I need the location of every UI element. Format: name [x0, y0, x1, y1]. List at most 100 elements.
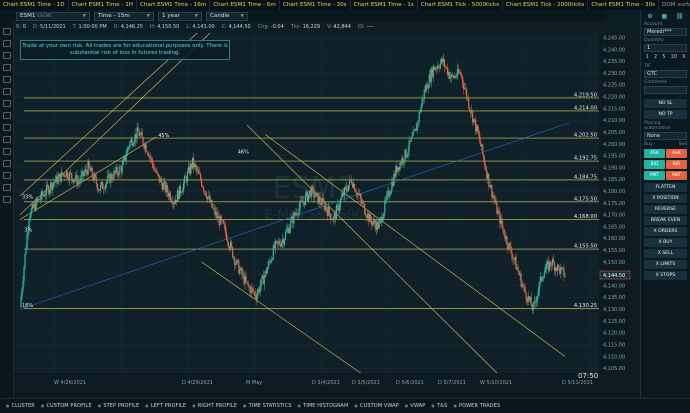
indicator-vwap[interactable]: VWAP [405, 403, 426, 409]
quick-qty-X[interactable]: X [682, 55, 685, 60]
settings-icon[interactable]: ⚙ [647, 13, 652, 20]
candle-body [101, 181, 104, 189]
chart-tab[interactable]: Chart ESM1 Time - 30s [280, 0, 351, 10]
chart-tab[interactable]: Chart ESM1 Time - 30s [588, 0, 660, 10]
chart-tab[interactable]: DOM surface ESM1 [659, 0, 690, 10]
account-selector[interactable]: Meredi*** [644, 28, 687, 36]
indicator-t-s[interactable]: T&S [431, 403, 447, 409]
no-sl-button[interactable]: NO SL [644, 99, 687, 108]
indicator-custom-profile[interactable]: CUSTOM PROFILE [41, 403, 92, 409]
chart-tab[interactable]: Chart ESM1 Time - 1D [0, 0, 69, 10]
candle-body [93, 174, 95, 181]
sell-bid-button[interactable]: BID [666, 160, 687, 169]
eye-icon[interactable] [3, 172, 11, 179]
buy-label: Buy [644, 142, 653, 147]
candle-body [232, 246, 234, 258]
crosshair-icon[interactable] [3, 40, 11, 47]
sell-market-button[interactable]: MKT [666, 171, 687, 180]
chart-style-selector[interactable]: Candle ▼ [206, 11, 248, 21]
indicator-step-profile[interactable]: STEP PROFILE [98, 403, 140, 409]
candle-body [63, 174, 65, 177]
buy-market-button[interactable]: MKT [644, 171, 665, 180]
line-tool-icon[interactable] [3, 52, 11, 59]
indicator-right-profile[interactable]: RIGHT PROFILE [192, 403, 237, 409]
cursor-icon[interactable] [3, 28, 11, 35]
x-position-button[interactable]: X POSITION [644, 194, 687, 203]
fib-tool-icon[interactable] [3, 88, 11, 95]
horizontal-line-icon[interactable] [3, 76, 11, 83]
reverse-button[interactable]: REVERSE [644, 205, 687, 214]
measure-icon[interactable] [3, 124, 11, 131]
price-chart[interactable]: ESM1E-Mini S&P 5004,219.504,214.004,202.… [14, 33, 640, 398]
no-tp-button[interactable]: NO TP [644, 110, 687, 119]
candle-body [283, 239, 286, 245]
candle-body [248, 285, 250, 287]
break-even-button[interactable]: BREAK EVEN [644, 216, 687, 225]
camera-icon[interactable] [3, 196, 11, 203]
candle-body [379, 219, 381, 224]
quick-qty-1[interactable]: 1 [646, 55, 649, 60]
candle-body [460, 73, 463, 77]
candle-body [52, 183, 54, 190]
watermark-name: E-Mini S&P 500 [265, 208, 364, 223]
x-limits-button[interactable]: X LIMITS [644, 260, 687, 269]
candle-body [122, 159, 124, 165]
buy-bid-button[interactable]: BID [644, 160, 665, 169]
chart-tab[interactable]: Chart ESM1 Time - 1H [69, 0, 137, 10]
lock-icon[interactable] [3, 160, 11, 167]
eraser-icon[interactable] [3, 148, 11, 155]
x-stops-button[interactable]: X STOPS [644, 271, 687, 280]
account-label: Account [644, 22, 663, 27]
flatten-button[interactable]: FLATTEN [644, 183, 687, 192]
candle-body [205, 191, 207, 196]
candle-body [254, 292, 256, 297]
indicator-bar: CLUSTER CUSTOM PROFILE STEP PROFILE LEFT PR… [0, 398, 690, 413]
chart-tab[interactable]: Chart ESM1 Time - 6m [210, 0, 280, 10]
chart-tab[interactable]: Chart ESM1 Tick - 2000ticks [503, 0, 589, 10]
quick-qty-2[interactable]: 2 [654, 55, 657, 60]
comment-input[interactable] [644, 86, 687, 94]
x-orders-button[interactable]: X ORDERS [644, 227, 687, 236]
candle-body [128, 146, 130, 148]
indicator-power-trades[interactable]: POWER TRADES [453, 403, 500, 409]
grid-icon[interactable]: ▦ [662, 13, 668, 20]
quantity-input[interactable]: 1 [644, 44, 687, 52]
placing-automation-selector[interactable]: None [644, 132, 687, 140]
timeframe-selector[interactable]: Time - 15m ▼ [94, 11, 154, 21]
link-icon[interactable]: ⛓ [676, 13, 684, 20]
candle-body [307, 193, 310, 201]
chart-tab[interactable]: Chart ESM1 Time - 16m [137, 0, 211, 10]
quick-qty-10[interactable]: 10 [671, 55, 677, 60]
candle-body [109, 173, 111, 183]
ray-tool-icon[interactable] [3, 64, 11, 71]
symbol-selector[interactable]: ESM1 ESEMC ▼ [16, 11, 90, 21]
indicator-custom-vwap[interactable]: CUSTOM VWAP [354, 403, 399, 409]
chart-tab[interactable]: Chart ESM1 Tick - 5000ticks [418, 0, 504, 10]
trash-icon[interactable] [3, 184, 11, 191]
tif-selector[interactable]: GTC [644, 70, 687, 78]
candle-body [544, 269, 546, 273]
rectangle-tool-icon[interactable] [3, 100, 11, 107]
magnet-icon[interactable] [3, 136, 11, 143]
sell-ask-button[interactable]: ASK [666, 149, 687, 158]
candle-body [72, 178, 74, 183]
range-selector[interactable]: 1 year ▼ [158, 11, 202, 21]
candle-body [61, 172, 63, 176]
candle-body [70, 172, 72, 174]
indicator-time-statistics[interactable]: TIME STATISTICS [243, 403, 292, 409]
text-tool-icon[interactable] [3, 112, 11, 119]
indicator-time-histogram[interactable]: TIME HISTOGRAM [298, 403, 349, 409]
candle-body [293, 212, 295, 224]
buy-ask-button[interactable]: ASK [644, 149, 665, 158]
ohlc-key: O: [113, 24, 121, 30]
x-buy-button[interactable]: X BUY [644, 238, 687, 247]
indicator-left-profile[interactable]: LEFT PROFILE [145, 403, 186, 409]
quick-qty-5[interactable]: 5 [662, 55, 665, 60]
ohlc-field: T: 1:00:00 PM [73, 24, 107, 32]
candle-body [104, 188, 106, 190]
x-sell-button[interactable]: X SELL [644, 249, 687, 258]
candle-body [455, 76, 458, 78]
chart-tab[interactable]: Chart ESM1 Time - 1s [351, 0, 418, 10]
indicator-cluster[interactable]: CLUSTER [6, 403, 35, 409]
candle-body [378, 223, 380, 229]
